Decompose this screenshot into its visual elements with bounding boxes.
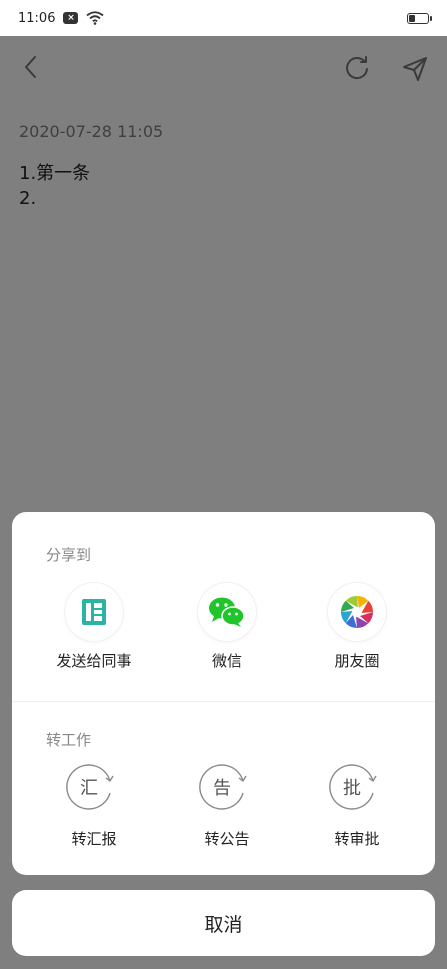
- status-left: 11:06 ×: [18, 10, 105, 26]
- status-time: 11:06: [18, 10, 56, 26]
- moments-icon: [328, 583, 386, 641]
- work-item-glyph: 汇: [80, 778, 98, 799]
- share-item-label: 微信: [211, 652, 242, 670]
- note-line: 1.第一条: [19, 163, 91, 184]
- app-bar: [0, 36, 447, 100]
- status-bar: 11:06 ×: [0, 0, 447, 36]
- share-item-send-to-colleague[interactable]: 发送给同事: [34, 583, 154, 671]
- refresh-icon[interactable]: [342, 54, 372, 84]
- work-item-glyph: 批: [343, 778, 361, 799]
- work-item-to-announcement[interactable]: 告 转公告: [167, 764, 287, 849]
- share-sheet: 分享到 发送给同事 微信 朋友圈 转工作 汇 转汇报 告 转公告 批 转审批: [12, 512, 435, 875]
- work-item-to-report[interactable]: 汇 转汇报: [34, 764, 154, 849]
- share-item-label: 朋友圈: [334, 652, 380, 670]
- wifi-icon: [86, 11, 105, 25]
- back-arrow-icon[interactable]: [20, 52, 42, 82]
- cancel-button[interactable]: 取消: [12, 890, 435, 956]
- share-item-moments[interactable]: 朋友圈: [297, 583, 417, 671]
- battery-icon: [407, 12, 432, 24]
- work-item-label: 转公告: [204, 830, 250, 848]
- send-icon[interactable]: [400, 54, 430, 84]
- send-to-colleague-icon: [65, 583, 123, 641]
- note-body: 1.第一条 2.: [19, 161, 90, 211]
- note-timestamp: 2020-07-28 11:05: [19, 122, 164, 141]
- wechat-icon: [198, 583, 256, 641]
- share-item-label: 发送给同事: [56, 652, 132, 670]
- work-item-label: 转审批: [334, 830, 380, 848]
- section-divider: [12, 701, 435, 702]
- work-item-glyph: 告: [213, 778, 231, 799]
- note-line: 2.: [19, 188, 37, 209]
- to-approval-icon: 批: [329, 764, 385, 820]
- work-item-label: 转汇报: [71, 830, 117, 848]
- share-section-title: 分享到: [46, 546, 92, 564]
- notification-badge-icon: ×: [63, 12, 79, 24]
- work-section-title: 转工作: [46, 731, 92, 749]
- to-report-icon: 汇: [66, 764, 122, 820]
- share-item-wechat[interactable]: 微信: [167, 583, 287, 671]
- work-item-to-approval[interactable]: 批 转审批: [297, 764, 417, 849]
- to-announcement-icon: 告: [199, 764, 255, 820]
